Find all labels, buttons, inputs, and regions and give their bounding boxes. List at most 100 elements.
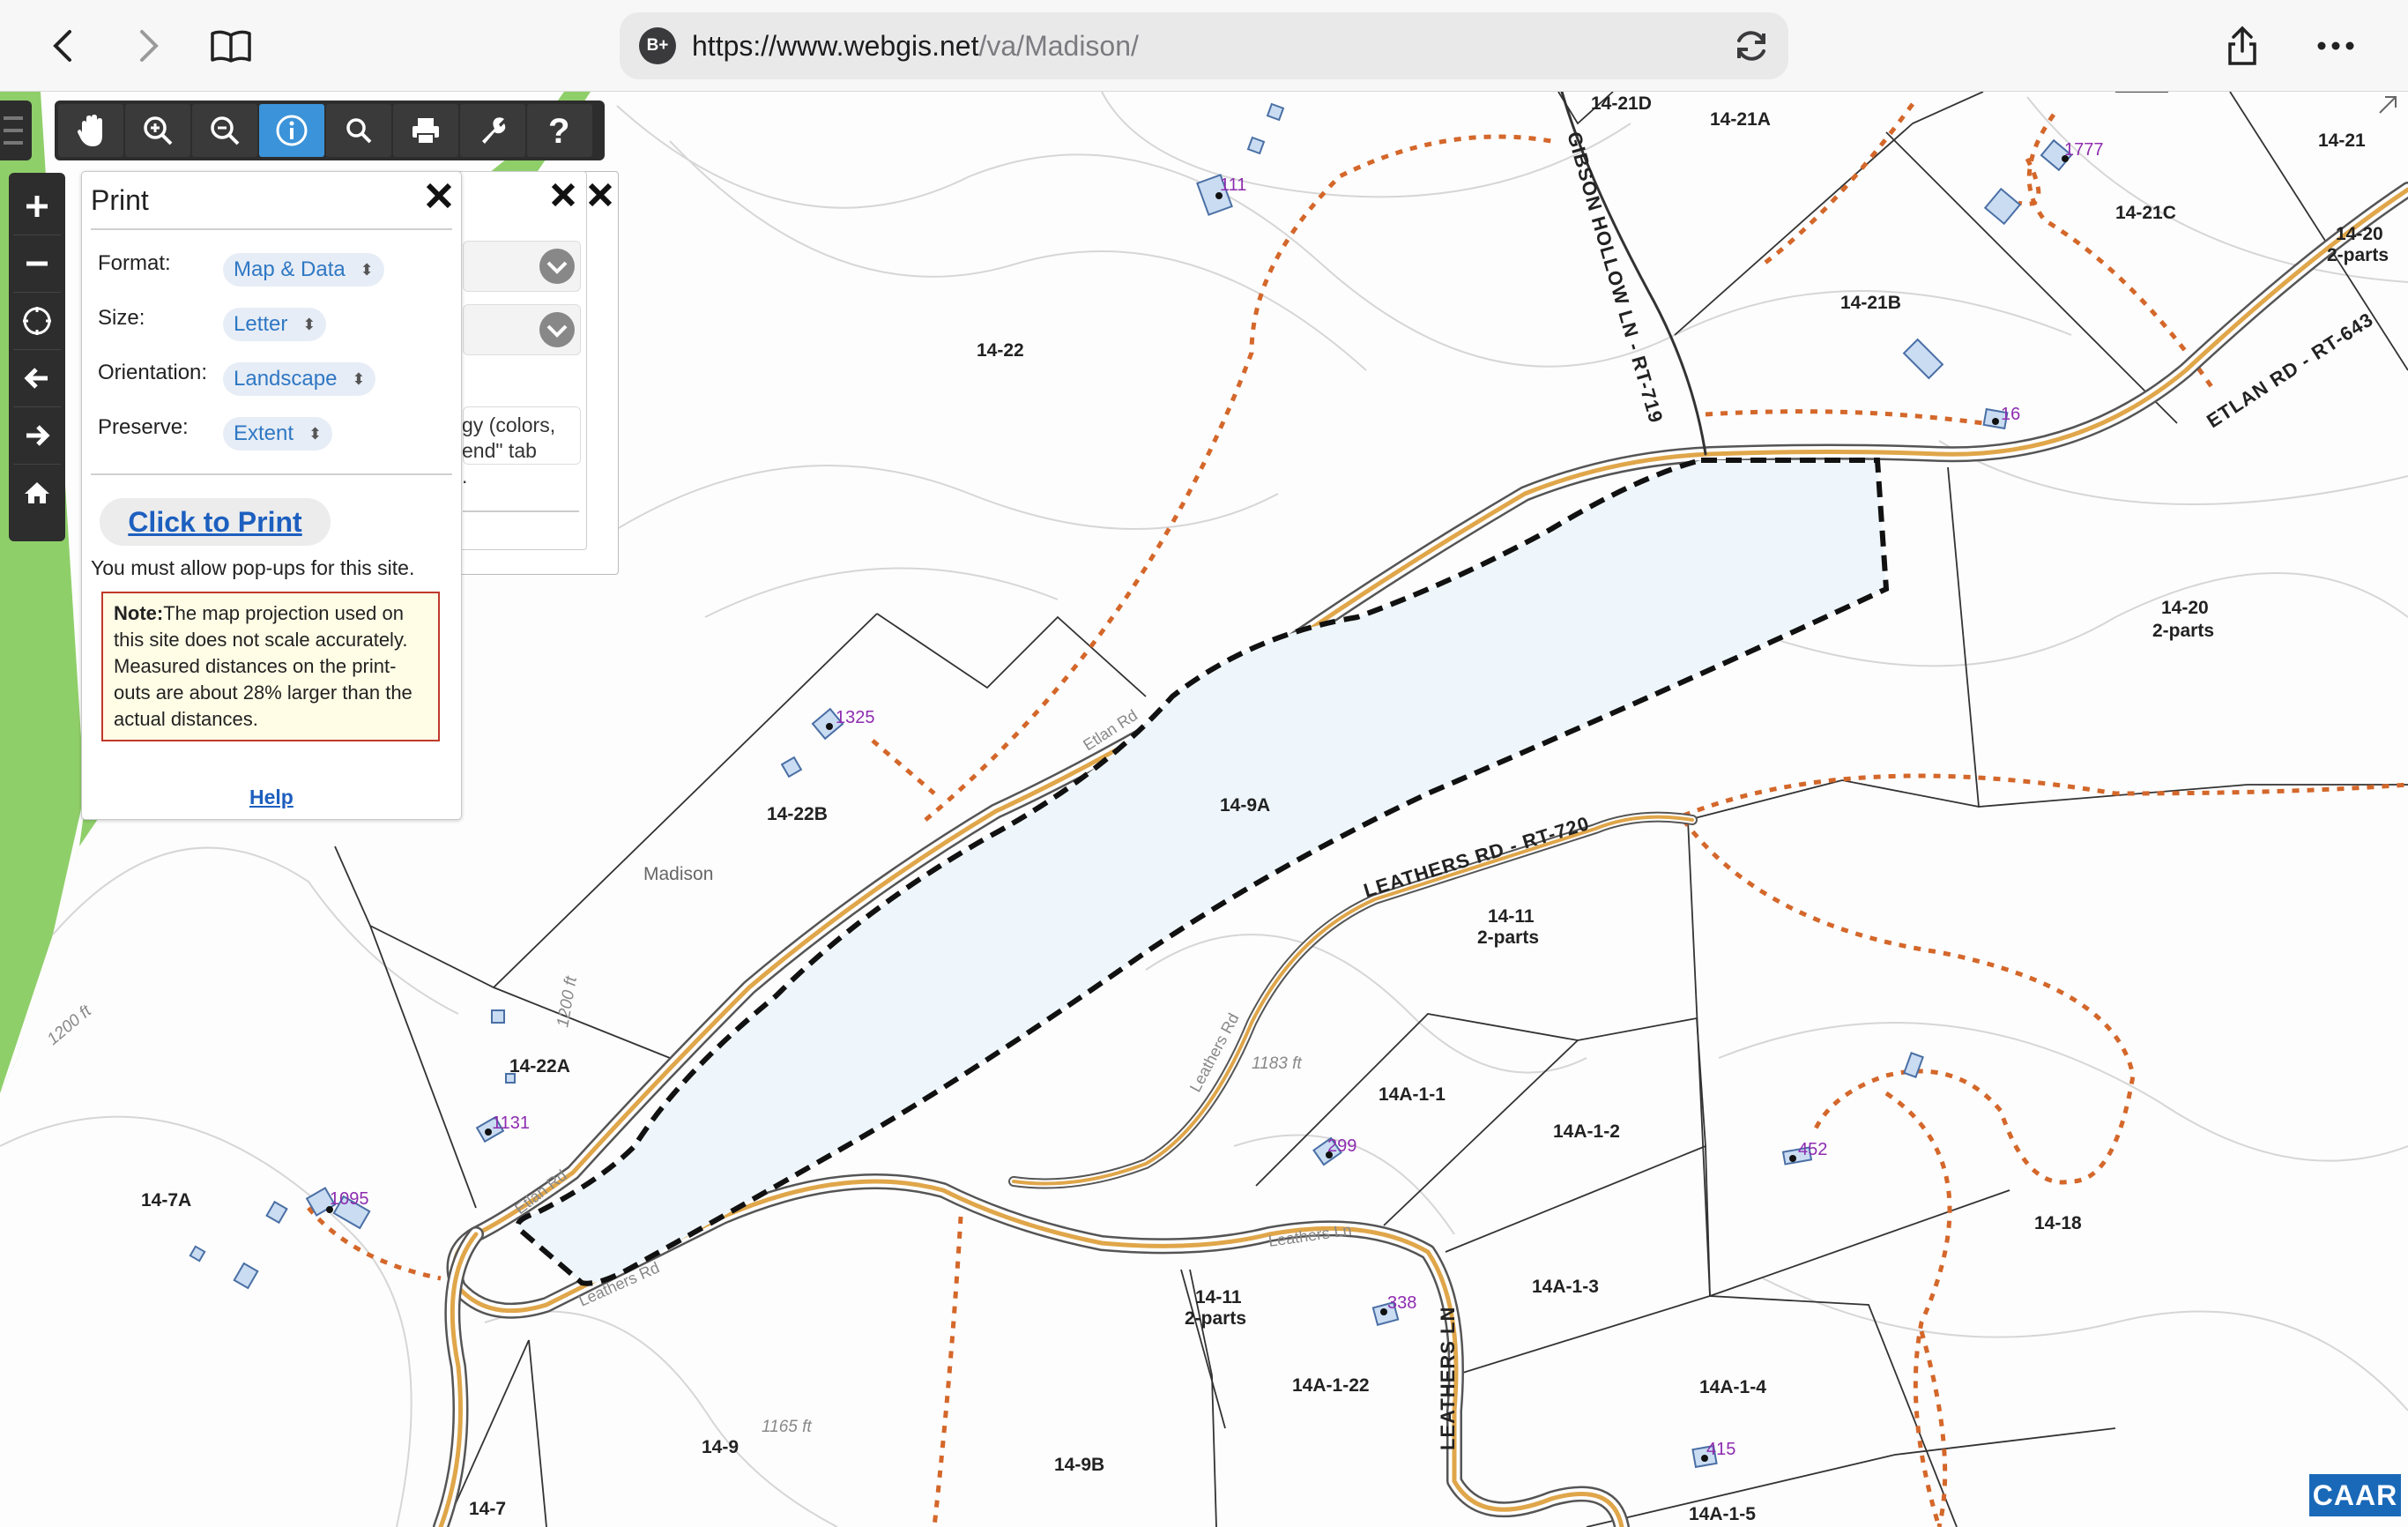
chevron-down-icon: [539, 249, 575, 284]
legend-description: gy (colors, end" tab .: [462, 413, 556, 488]
parcel-label: 14-11: [1195, 1287, 1242, 1307]
zoom-in-button[interactable]: [13, 178, 61, 235]
zoom-in-icon: [144, 116, 173, 145]
road-label: GIBSON HOLLOW LN - RT-719: [1563, 129, 1668, 425]
help-link[interactable]: Help: [249, 786, 294, 809]
pan-tool-button[interactable]: [58, 104, 123, 157]
click-to-print-button[interactable]: Click to Print: [100, 498, 331, 546]
address-label: 111: [1220, 175, 1246, 195]
url-text: https://www.webgis.net/va/Madison/: [692, 30, 1139, 62]
svg-text:?: ?: [548, 113, 569, 148]
popup-message: You must allow pop-ups for this site.: [91, 556, 415, 579]
place-label: Madison: [643, 864, 713, 884]
parcel-label: 14A-1-1: [1379, 1084, 1446, 1105]
site-badge-icon: B+: [639, 27, 676, 64]
more-button[interactable]: [2309, 19, 2362, 72]
address-bar[interactable]: B+ https://www.webgis.net/va/Madison/: [620, 12, 1788, 79]
parcel-label: 2-parts: [1185, 1308, 1246, 1329]
caar-logo: CAAR: [2309, 1474, 2401, 1516]
close-icon[interactable]: [586, 181, 614, 209]
zoom-out-icon: [211, 116, 240, 145]
hand-icon: [78, 115, 102, 146]
parcel-label: 14-20: [2336, 224, 2383, 244]
select-arrows-icon: ⬍: [308, 425, 323, 443]
orientation-label: Orientation:: [98, 361, 208, 384]
select-arrows-icon: ⬍: [302, 316, 316, 333]
parcel-label: 14-22: [977, 340, 1024, 361]
bookmarks-button[interactable]: [204, 19, 257, 72]
minus-icon: [26, 261, 48, 266]
size-select[interactable]: Letter ⬍: [223, 308, 327, 341]
preserve-select[interactable]: Extent ⬍: [223, 417, 333, 451]
address-label: 299: [1327, 1136, 1356, 1156]
help-tool-button[interactable]: ?: [527, 104, 592, 157]
close-icon[interactable]: [424, 181, 454, 211]
chevron-left-icon: [53, 30, 71, 62]
arrow-right-icon: [26, 425, 50, 446]
search-tool-button[interactable]: [326, 104, 391, 157]
home-button[interactable]: [13, 465, 61, 521]
parcel-label: 14A-1-3: [1532, 1277, 1599, 1297]
selected-parcel-outline: [515, 458, 1890, 1286]
road-label: LEATHERS LN: [1437, 1307, 1459, 1450]
divider: [91, 228, 452, 230]
identify-tool-button[interactable]: [259, 104, 324, 157]
parcel-label: 14A-1-22: [1292, 1375, 1370, 1396]
parcel-label: 14A-1-5: [1689, 1504, 1756, 1524]
parcel-label: 14-9A: [1220, 795, 1270, 816]
parcel-label: 14-21B: [1840, 293, 1901, 313]
tools-button[interactable]: [460, 104, 525, 157]
next-extent-button[interactable]: [13, 407, 61, 465]
address-label: 16: [2001, 405, 2020, 424]
menu-icon: [4, 116, 23, 145]
arrow-left-icon: [24, 368, 48, 389]
full-extent-button[interactable]: [13, 293, 61, 350]
previous-extent-button[interactable]: [13, 350, 61, 407]
address-label: 1777: [2064, 140, 2104, 160]
book-icon: [211, 30, 251, 63]
parcel-label: 14-11: [1488, 906, 1535, 927]
size-label: Size:: [98, 306, 145, 330]
parcel-label: 14-20: [2161, 598, 2209, 618]
parcel-label: 14-9B: [1054, 1455, 1104, 1475]
parcel-label: 14-21A: [1710, 109, 1771, 130]
parcel-label: 14A-1-4: [1699, 1377, 1766, 1397]
orientation-select[interactable]: Landscape ⬍: [223, 362, 376, 396]
address-label: 452: [1798, 1140, 1827, 1159]
globe-icon: [23, 307, 51, 335]
address-label: 415: [1706, 1440, 1735, 1459]
format-label: Format:: [98, 251, 171, 275]
browser-toolbar: B+ https://www.webgis.net/va/Madison/: [0, 0, 2408, 92]
wrench-icon: [482, 117, 506, 144]
road-label: LEATHERS RD - RT-720: [1361, 812, 1592, 902]
menu-toggle[interactable]: [0, 101, 32, 160]
print-tool-button[interactable]: [393, 104, 458, 157]
parcel-label: 14-22A: [509, 1056, 570, 1076]
home-icon: [25, 482, 49, 503]
parcel-label: 14-7A: [141, 1190, 191, 1210]
zoom-out-button[interactable]: [13, 235, 61, 293]
parcel-label: 14-21C: [2115, 203, 2176, 223]
elevation-label: 1200 ft: [44, 1002, 96, 1049]
zoom-in-tool-button[interactable]: [125, 104, 190, 157]
forward-button[interactable]: [122, 19, 175, 72]
address-label: 1095: [330, 1189, 369, 1209]
parcel-label: 14A-1-2: [1553, 1121, 1620, 1142]
question-icon: ?: [548, 113, 569, 148]
legend-dropdown[interactable]: [463, 304, 581, 355]
zoom-out-tool-button[interactable]: [192, 104, 257, 157]
close-icon[interactable]: [549, 181, 577, 209]
reload-icon[interactable]: [1730, 25, 1773, 67]
address-label: 1131: [492, 1114, 530, 1133]
format-select[interactable]: Map & Data ⬍: [223, 253, 384, 287]
search-icon: [346, 118, 372, 144]
select-arrows-icon: ⬍: [352, 370, 366, 388]
share-button[interactable]: [2216, 19, 2269, 72]
legend-dropdown[interactable]: [463, 241, 581, 292]
map-navigation: [9, 173, 65, 541]
parcel-label: 2-parts: [2327, 245, 2389, 265]
parcel-label: 14-9: [702, 1437, 739, 1457]
parcel-label: 14-21D: [1591, 93, 1652, 114]
ellipsis-icon: [2317, 41, 2354, 50]
back-button[interactable]: [37, 19, 90, 72]
